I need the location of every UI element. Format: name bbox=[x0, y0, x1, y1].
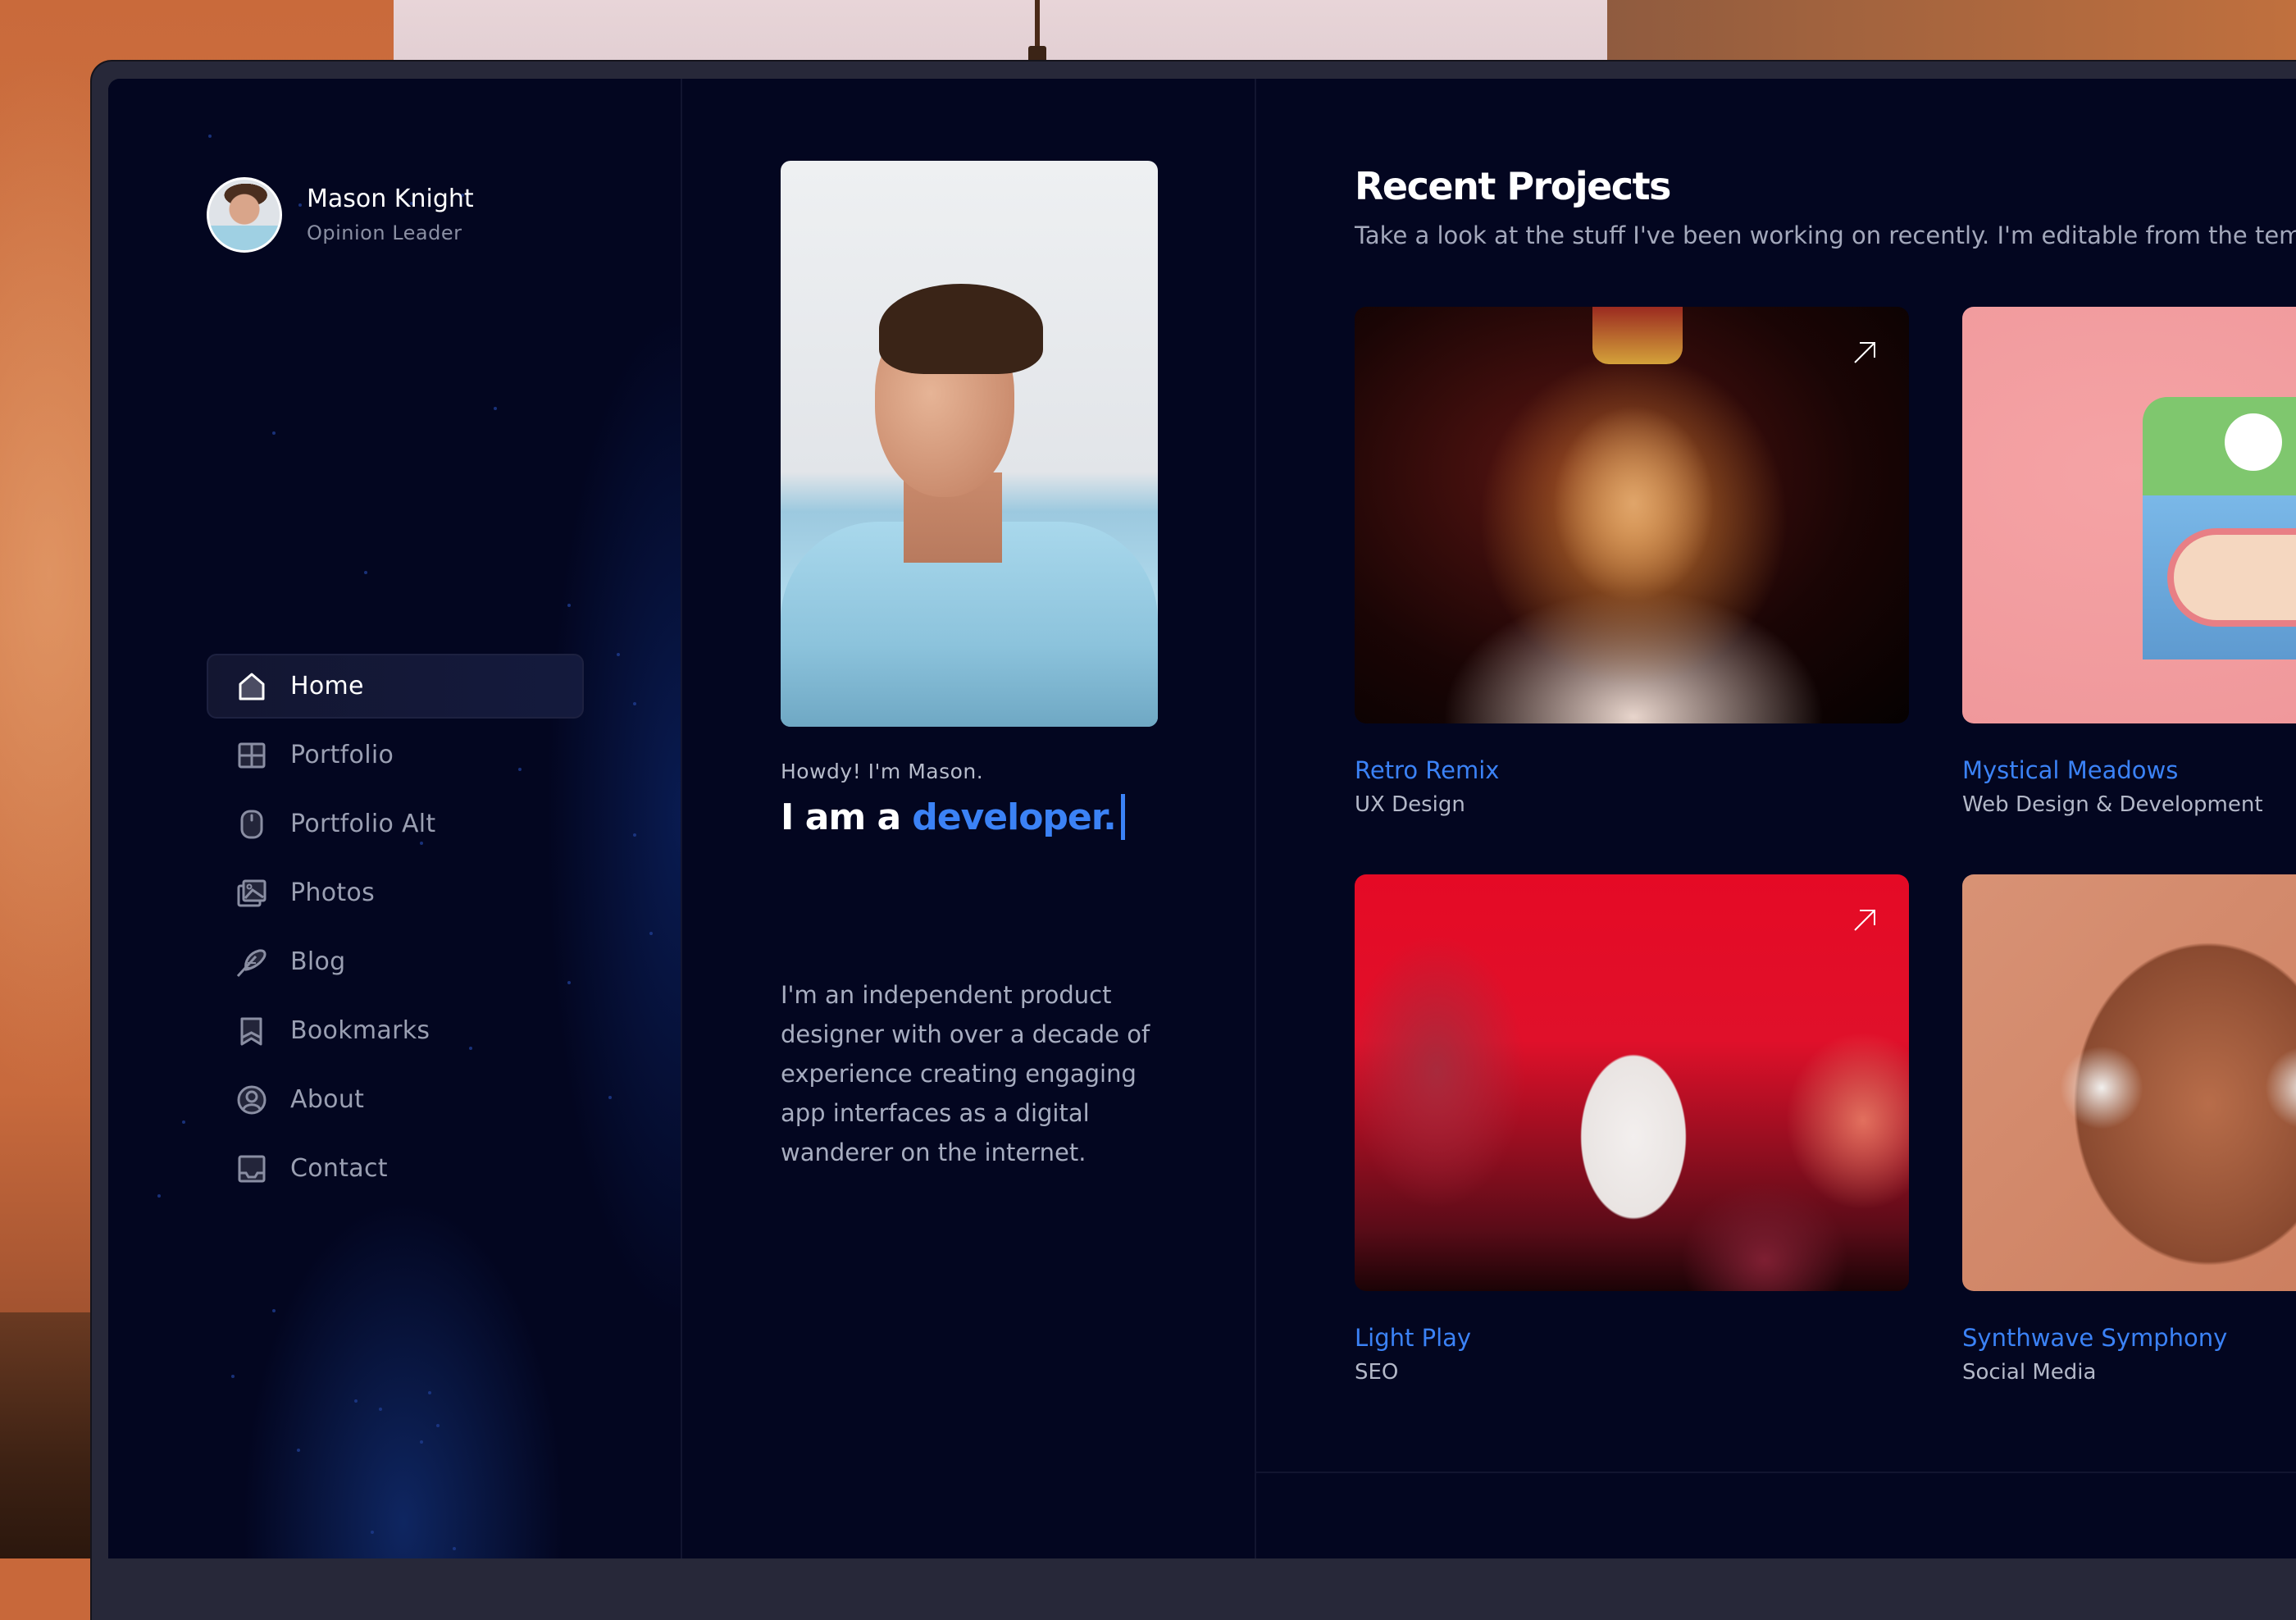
sidebar-item-label: Home bbox=[290, 672, 364, 700]
section-subtitle: Take a look at the stuff I've been worki… bbox=[1355, 221, 2296, 249]
sidebar-item-contact[interactable]: Contact bbox=[207, 1136, 584, 1201]
robot-eye bbox=[2225, 413, 2282, 471]
star bbox=[272, 431, 276, 435]
star bbox=[608, 1096, 612, 1099]
project-title[interactable]: Retro Remix bbox=[1355, 756, 1909, 784]
star bbox=[182, 1120, 185, 1124]
star bbox=[617, 653, 620, 656]
section-title: Recent Projects bbox=[1355, 164, 1671, 208]
inbox-icon bbox=[236, 1153, 267, 1184]
star bbox=[494, 407, 497, 410]
star bbox=[436, 1424, 440, 1427]
floor bbox=[0, 1312, 98, 1558]
project-card[interactable]: Retro Remix UX Design bbox=[1355, 307, 1909, 817]
profile-card[interactable]: Mason Knight Opinion Leader bbox=[207, 177, 474, 253]
project-image[interactable] bbox=[1355, 307, 1909, 723]
feather-icon bbox=[236, 947, 267, 978]
mouse-icon bbox=[236, 809, 267, 840]
bio-text: I'm an independent product designer with… bbox=[781, 981, 1150, 1166]
sidebar-item-about[interactable]: About bbox=[207, 1067, 584, 1132]
greeting-text: Howdy! I'm Mason. bbox=[781, 760, 984, 783]
star bbox=[272, 1309, 276, 1312]
lamp-cord bbox=[1035, 0, 1040, 49]
external-link-arrow-icon[interactable] bbox=[1852, 907, 1878, 933]
portrait-hair bbox=[879, 284, 1043, 374]
sidebar-item-label: Contact bbox=[290, 1154, 388, 1183]
star bbox=[428, 1391, 431, 1394]
headline-prefix: I am a bbox=[781, 796, 901, 838]
sidebar-item-label: Portfolio Alt bbox=[290, 810, 436, 838]
lamp-fixture bbox=[1028, 46, 1046, 62]
lion-crown bbox=[1592, 307, 1683, 364]
sidebar-item-label: Blog bbox=[290, 947, 346, 976]
star bbox=[453, 1547, 456, 1550]
home-icon bbox=[236, 671, 267, 702]
star bbox=[208, 135, 212, 138]
project-card[interactable]: Light Play SEO bbox=[1355, 874, 1909, 1385]
star bbox=[354, 1399, 358, 1403]
grid-icon bbox=[236, 740, 267, 771]
typing-caret bbox=[1120, 794, 1125, 840]
robot-teeth bbox=[2167, 528, 2296, 627]
star bbox=[231, 1375, 235, 1378]
star bbox=[649, 932, 653, 935]
project-title[interactable]: Light Play bbox=[1355, 1324, 1909, 1352]
section-divider bbox=[1256, 1472, 2296, 1473]
photos-icon bbox=[236, 878, 267, 909]
star bbox=[633, 833, 636, 837]
project-image[interactable] bbox=[1355, 874, 1909, 1291]
star bbox=[420, 1440, 423, 1444]
user-circle-icon bbox=[236, 1084, 267, 1116]
sidebar-item-label: Bookmarks bbox=[290, 1016, 430, 1045]
external-link-arrow-icon[interactable] bbox=[1852, 340, 1878, 366]
star bbox=[371, 1531, 374, 1534]
sidebar-item-bookmarks[interactable]: Bookmarks bbox=[207, 998, 584, 1063]
project-image[interactable] bbox=[1962, 874, 2296, 1291]
sidebar-nav: Home Portfolio Portfolio Alt Photos Blog… bbox=[207, 654, 584, 1205]
sidebar-item-portfolio-alt[interactable]: Portfolio Alt bbox=[207, 792, 584, 856]
project-card[interactable]: Mystical Meadows Web Design & Developmen… bbox=[1962, 307, 2296, 817]
project-category: Social Media bbox=[1962, 1360, 2097, 1385]
projects-section: Recent Projects Take a look at the stuff… bbox=[1256, 79, 2296, 1558]
project-category: Web Design & Development bbox=[1962, 792, 2263, 817]
ceiling-beam bbox=[1607, 0, 2296, 62]
avatar[interactable] bbox=[207, 177, 282, 253]
project-category: SEO bbox=[1355, 1360, 1399, 1385]
sidebar-item-label: Portfolio bbox=[290, 741, 394, 769]
sidebar-item-photos[interactable]: Photos bbox=[207, 860, 584, 925]
sidebar-item-label: Photos bbox=[290, 878, 376, 907]
star bbox=[364, 571, 367, 574]
project-title[interactable]: Synthwave Symphony bbox=[1962, 1324, 2296, 1352]
portrait-photo bbox=[781, 161, 1158, 727]
star bbox=[157, 1194, 161, 1198]
profile-name: Mason Knight bbox=[307, 185, 474, 213]
profile-role: Opinion Leader bbox=[307, 221, 462, 244]
project-title[interactable]: Mystical Meadows bbox=[1962, 756, 2296, 784]
project-card[interactable]: Synthwave Symphony Social Media bbox=[1962, 874, 2296, 1385]
sidebar-item-home[interactable]: Home bbox=[207, 654, 584, 719]
star bbox=[567, 604, 571, 607]
project-category: UX Design bbox=[1355, 792, 1465, 817]
ceiling bbox=[394, 0, 1640, 62]
sidebar-item-blog[interactable]: Blog bbox=[207, 929, 584, 994]
intro-column: Howdy! I'm Mason. I am a developer. I'm … bbox=[682, 79, 1256, 1558]
sidebar-item-label: About bbox=[290, 1085, 365, 1114]
sidebar: Mason Knight Opinion Leader Home Portfol… bbox=[108, 79, 682, 1558]
sidebar-item-portfolio[interactable]: Portfolio bbox=[207, 723, 584, 787]
project-image[interactable] bbox=[1962, 307, 2296, 723]
star bbox=[379, 1408, 382, 1411]
headline: I am a developer. bbox=[781, 794, 1125, 840]
star bbox=[633, 702, 636, 705]
website-screen: Mason Knight Opinion Leader Home Portfol… bbox=[108, 79, 2296, 1558]
bookmark-icon bbox=[236, 1015, 267, 1047]
headline-typed-word: developer. bbox=[912, 796, 1117, 838]
star bbox=[297, 1449, 300, 1452]
